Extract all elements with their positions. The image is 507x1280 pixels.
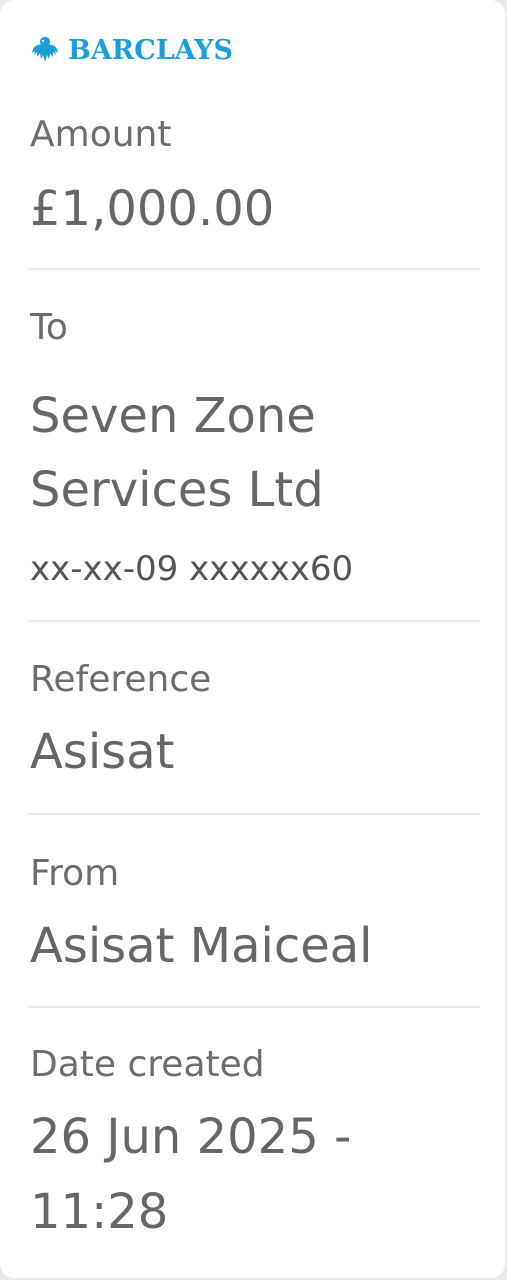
divider: [28, 620, 480, 622]
to-label: To: [30, 307, 68, 348]
barclays-logo: BARCLAYS: [28, 32, 233, 68]
eagle-icon: [28, 33, 62, 67]
date-created-line1: 26 Jun 2025 -: [30, 1109, 352, 1165]
amount-value: £1,000.00: [30, 181, 275, 237]
date-created-label: Date created: [30, 1044, 265, 1085]
brand-name: BARCLAYS: [68, 34, 234, 66]
payee-name-line2: Services Ltd: [30, 462, 324, 518]
payee-name-line1: Seven Zone: [30, 388, 316, 444]
reference-value: Asisat: [30, 724, 175, 780]
divider: [28, 813, 480, 815]
date-created-line2: 11:28: [30, 1184, 169, 1240]
amount-label: Amount: [30, 114, 172, 155]
payee-account-number: xx-xx-09 xxxxxx60: [30, 549, 354, 589]
from-label: From: [30, 853, 120, 894]
divider: [28, 268, 480, 270]
from-value: Asisat Maiceal: [30, 918, 373, 974]
payment-receipt-card: BARCLAYS Amount £1,000.00 To Seven Zone …: [0, 0, 505, 1278]
divider: [28, 1006, 480, 1008]
reference-label: Reference: [30, 659, 212, 700]
